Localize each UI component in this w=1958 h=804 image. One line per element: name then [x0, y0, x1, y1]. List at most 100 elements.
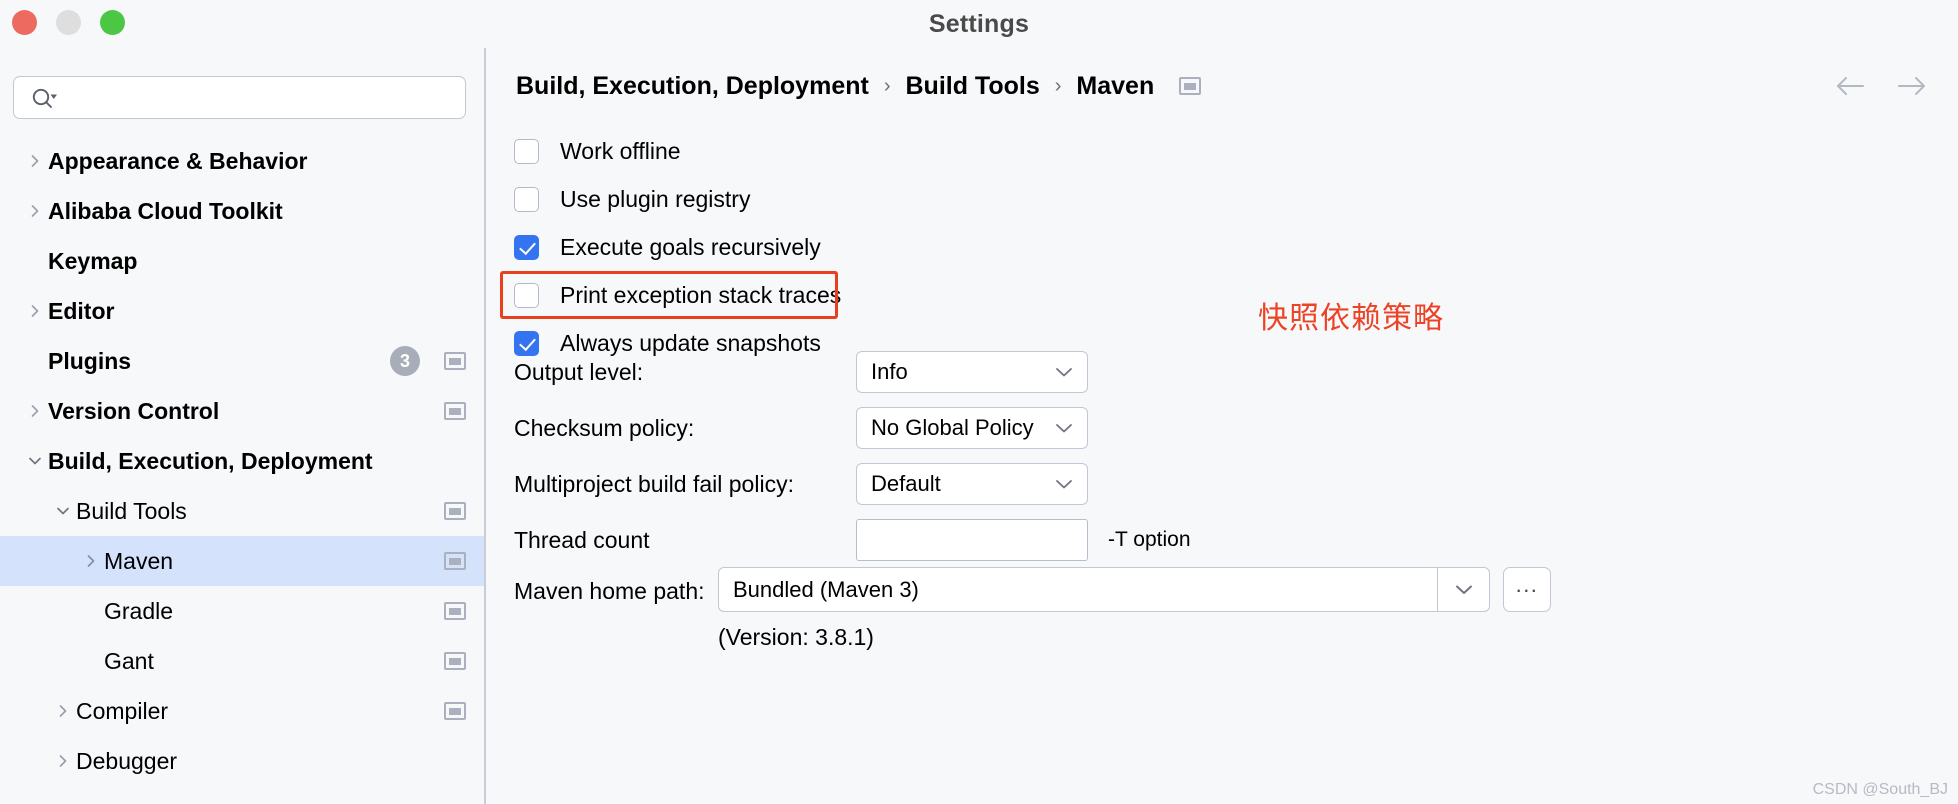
- chevron-down-icon[interactable]: [1053, 421, 1075, 435]
- chevron-right-icon[interactable]: [22, 298, 48, 324]
- navigation-arrows: [1834, 66, 1928, 106]
- sidebar-item-label: Plugins: [48, 347, 132, 374]
- sidebar-item-debugger[interactable]: Debugger: [0, 736, 484, 786]
- sidebar-item-label: Gradle: [104, 597, 174, 624]
- form-row-checksum-policy: Checksum policy: No Global Policy: [488, 400, 1958, 456]
- maven-home-path-value: Bundled (Maven 3): [733, 576, 919, 602]
- monitor-icon: [444, 602, 466, 620]
- sidebar-item-label: Build Tools: [76, 497, 187, 524]
- breadcrumb-item-build-execution-deployment[interactable]: Build, Execution, Deployment: [516, 72, 869, 101]
- maven-home-path-dropdown-button[interactable]: [1437, 568, 1489, 611]
- monitor-icon: [1179, 77, 1202, 95]
- sidebar-item-plugins[interactable]: Plugins 3: [0, 336, 484, 386]
- sidebar-item-appearance-behavior[interactable]: Appearance & Behavior: [0, 136, 484, 186]
- breadcrumb-separator: ›: [1054, 74, 1062, 97]
- chevron-down-icon[interactable]: [50, 498, 76, 524]
- breadcrumb-item-maven[interactable]: Maven: [1076, 72, 1154, 101]
- sidebar-item-label: Appearance & Behavior: [48, 147, 308, 174]
- breadcrumb-separator: ›: [883, 74, 891, 97]
- chevron-right-icon[interactable]: [22, 398, 48, 424]
- maven-settings-form: Output level: Info Checksum policy: No G…: [488, 344, 1958, 568]
- window-title: Settings: [928, 10, 1030, 38]
- chevron-down-icon[interactable]: [1053, 365, 1075, 379]
- sidebar-item-build-tools[interactable]: Build Tools: [0, 486, 484, 536]
- sidebar-item-version-control[interactable]: Version Control: [0, 386, 484, 436]
- checksum-policy-combobox[interactable]: No Global Policy: [856, 407, 1088, 449]
- monitor-icon: [444, 552, 466, 570]
- form-row-multiproject-build-fail-policy: Multiproject build fail policy: Default: [488, 456, 1958, 512]
- sidebar-item-compiler[interactable]: Compiler: [0, 686, 484, 736]
- maven-options-checkbox-group: Work offline Use plugin registry Execute…: [500, 127, 1260, 367]
- sidebar-item-maven[interactable]: Maven: [0, 536, 484, 586]
- monitor-icon: [444, 702, 466, 720]
- search-input[interactable]: [68, 77, 458, 118]
- monitor-icon: [444, 402, 466, 420]
- checkbox-row-use-plugin-registry[interactable]: Use plugin registry: [500, 175, 1260, 223]
- work-offline-checkbox[interactable]: [514, 138, 539, 164]
- output-level-label: Output level:: [514, 358, 644, 385]
- settings-tree: Appearance & Behavior Alibaba Cloud Tool…: [0, 136, 484, 786]
- search-box[interactable]: [13, 76, 466, 119]
- sidebar-item-label: Build, Execution, Deployment: [48, 447, 373, 474]
- sidebar-item-alibaba-cloud-toolkit[interactable]: Alibaba Cloud Toolkit: [0, 186, 484, 236]
- search-icon: [32, 88, 57, 108]
- chevron-right-icon[interactable]: [78, 548, 104, 574]
- use-plugin-registry-checkbox[interactable]: [514, 186, 539, 212]
- maven-home-path-label: Maven home path:: [514, 578, 705, 604]
- sidebar-item-label: Alibaba Cloud Toolkit: [48, 197, 283, 224]
- sidebar-item-label: Keymap: [48, 247, 138, 274]
- multiproject-build-fail-policy-label: Multiproject build fail policy:: [514, 470, 794, 497]
- chevron-right-icon[interactable]: [22, 148, 48, 174]
- checkbox-label: Work offline: [560, 137, 681, 164]
- sidebar-item-editor[interactable]: Editor: [0, 286, 484, 336]
- chevron-right-icon[interactable]: [50, 748, 76, 774]
- sidebar-item-label: Editor: [48, 297, 115, 324]
- execute-goals-recursively-checkbox[interactable]: [514, 234, 539, 260]
- output-level-combobox[interactable]: Info: [856, 351, 1088, 393]
- sidebar-item-gradle[interactable]: Gradle: [0, 586, 484, 636]
- breadcrumb-item-build-tools[interactable]: Build Tools: [906, 72, 1040, 101]
- print-exception-stack-traces-checkbox[interactable]: [514, 282, 539, 308]
- maven-home-path-row: Maven home path: Bundled (Maven 3) ...: [488, 567, 1958, 617]
- chevron-right-icon[interactable]: [22, 198, 48, 224]
- maven-home-path-browse-button[interactable]: ...: [1503, 567, 1551, 612]
- annotation-text: 快照依赖策略: [1258, 301, 1444, 336]
- maven-version-note: (Version: 3.8.1): [718, 624, 874, 650]
- chevron-down-icon[interactable]: [1053, 477, 1075, 491]
- chevron-down-icon[interactable]: [22, 448, 48, 474]
- chevron-right-icon[interactable]: [50, 698, 76, 724]
- thread-count-label: Thread count: [514, 526, 650, 553]
- settings-sidebar: Appearance & Behavior Alibaba Cloud Tool…: [0, 48, 486, 804]
- sidebar-item-keymap[interactable]: Keymap: [0, 236, 484, 286]
- output-level-value: Info: [871, 359, 908, 384]
- monitor-icon: [444, 652, 466, 670]
- checkbox-label: Use plugin registry: [560, 185, 751, 212]
- form-row-output-level: Output level: Info: [488, 344, 1958, 400]
- checkbox-label: Print exception stack traces: [560, 281, 842, 308]
- sidebar-item-build-execution-deployment[interactable]: Build, Execution, Deployment: [0, 436, 484, 486]
- form-row-thread-count: Thread count -T option: [488, 512, 1958, 568]
- sidebar-item-label: Version Control: [48, 397, 220, 424]
- search-field-wrapper: [13, 76, 466, 119]
- thread-count-suffix-note: -T option: [1108, 528, 1191, 551]
- multiproject-build-fail-policy-value: Default: [871, 471, 941, 496]
- checkbox-row-print-exception-stack-traces[interactable]: Print exception stack traces: [500, 271, 1260, 319]
- monitor-icon: [444, 502, 466, 520]
- multiproject-build-fail-policy-combobox[interactable]: Default: [856, 463, 1088, 505]
- maven-settings-panel: Build, Execution, Deployment › Build Too…: [488, 48, 1958, 804]
- sidebar-item-gant[interactable]: Gant: [0, 636, 484, 686]
- checkbox-label: Execute goals recursively: [560, 233, 821, 260]
- chevron-down-icon: [1455, 585, 1472, 594]
- checksum-policy-value: No Global Policy: [871, 415, 1034, 440]
- checksum-policy-label: Checksum policy:: [514, 414, 695, 441]
- plugins-update-badge: 3: [390, 346, 420, 376]
- watermark: CSDN @South_BJ: [1812, 781, 1948, 798]
- maven-home-path-combobox[interactable]: Bundled (Maven 3): [718, 567, 1490, 612]
- thread-count-input[interactable]: [856, 519, 1088, 561]
- back-arrow-icon[interactable]: [1834, 73, 1868, 99]
- sidebar-item-label: Gant: [104, 647, 154, 674]
- forward-arrow-icon[interactable]: [1894, 73, 1928, 99]
- sidebar-item-label: Debugger: [76, 747, 178, 774]
- checkbox-row-execute-goals-recursively[interactable]: Execute goals recursively: [500, 223, 1260, 271]
- checkbox-row-work-offline[interactable]: Work offline: [500, 127, 1260, 175]
